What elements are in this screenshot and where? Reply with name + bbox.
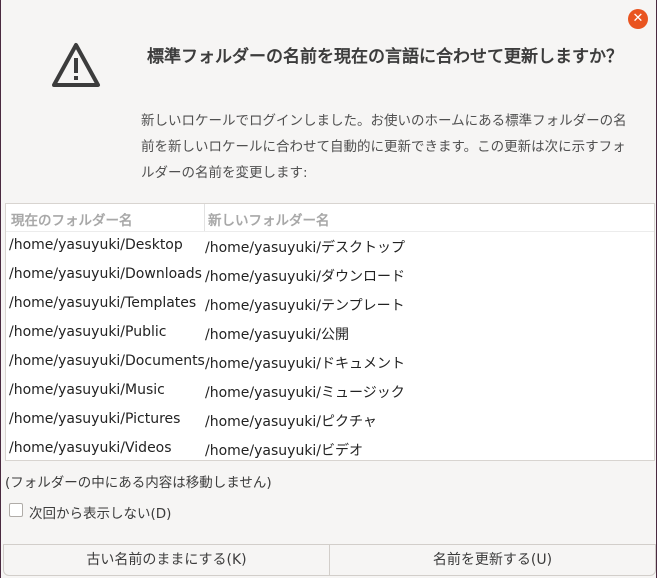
update-names-button[interactable]: 名前を更新する(U) [329,544,656,576]
close-icon: ✕ [632,11,644,26]
table-row[interactable]: /home/yasuyuki/Templates /home/yasuyuki/… [6,290,654,319]
current-folder-cell: /home/yasuyuki/Pictures [9,411,181,427]
dialog-message: 新しいロケールでログインしました。お使いのホームにある標準フォルダーの名前を新し… [141,113,627,181]
current-folder-cell: /home/yasuyuki/Templates [9,295,197,311]
checkbox-box[interactable] [9,503,23,517]
column-header-new[interactable]: 新しいフォルダー名 [208,209,330,229]
close-button[interactable]: ✕ [628,9,648,29]
table-row[interactable]: /home/yasuyuki/Videos /home/yasuyuki/ビデオ [6,435,654,464]
new-folder-cell: /home/yasuyuki/ビデオ [205,443,364,459]
table-row[interactable]: /home/yasuyuki/Documents /home/yasuyuki/… [6,348,654,377]
current-folder-cell: /home/yasuyuki/Public [9,324,167,340]
column-header-current[interactable]: 現在のフォルダー名 [11,209,133,229]
table-row[interactable]: /home/yasuyuki/Pictures /home/yasuyuki/ピ… [6,406,654,435]
note-text: (フォルダーの中にある内容は移動しません) [5,475,272,491]
table-header: 現在のフォルダー名 新しいフォルダー名 [6,204,654,232]
dialog-window: ✕ 標準フォルダーの名前を現在の言語に合わせて更新しますか？ 新しいロケールでロ… [0,0,657,578]
new-folder-cell: /home/yasuyuki/デスクトップ [205,240,406,256]
keep-old-names-button[interactable]: 古い名前のままにする(K) [3,544,330,576]
table-row[interactable]: /home/yasuyuki/Music /home/yasuyuki/ミュージ… [6,377,654,406]
warning-triangle-icon [52,43,100,87]
dialog-headline: 標準フォルダーの名前を現在の言語に合わせて更新しますか？ [147,47,623,67]
checkbox-label[interactable]: 次回から表示しない(D) [29,502,171,522]
table-row[interactable]: /home/yasuyuki/Downloads /home/yasuyuki/… [6,261,654,290]
new-folder-cell: /home/yasuyuki/テンプレート [205,298,405,314]
column-separator [204,204,205,231]
current-folder-cell: /home/yasuyuki/Music [9,382,165,398]
new-folder-cell: /home/yasuyuki/公開 [205,327,350,343]
new-folder-cell: /home/yasuyuki/ダウンロード [205,269,406,285]
table-row[interactable]: /home/yasuyuki/Desktop /home/yasuyuki/デス… [6,232,654,261]
new-folder-cell: /home/yasuyuki/ミュージック [205,385,405,401]
folder-table[interactable]: 現在のフォルダー名 新しいフォルダー名 /home/yasuyuki/Deskt… [5,203,655,461]
current-folder-cell: /home/yasuyuki/Desktop [9,237,183,253]
new-folder-cell: /home/yasuyuki/ピクチャ [205,414,377,430]
current-folder-cell: /home/yasuyuki/Videos [9,440,172,456]
table-row[interactable]: /home/yasuyuki/Public /home/yasuyuki/公開 [6,319,654,348]
titlebar [1,0,656,38]
current-folder-cell: /home/yasuyuki/Downloads [9,266,202,282]
current-folder-cell: /home/yasuyuki/Documents [9,353,205,369]
new-folder-cell: /home/yasuyuki/ドキュメント [205,356,406,372]
